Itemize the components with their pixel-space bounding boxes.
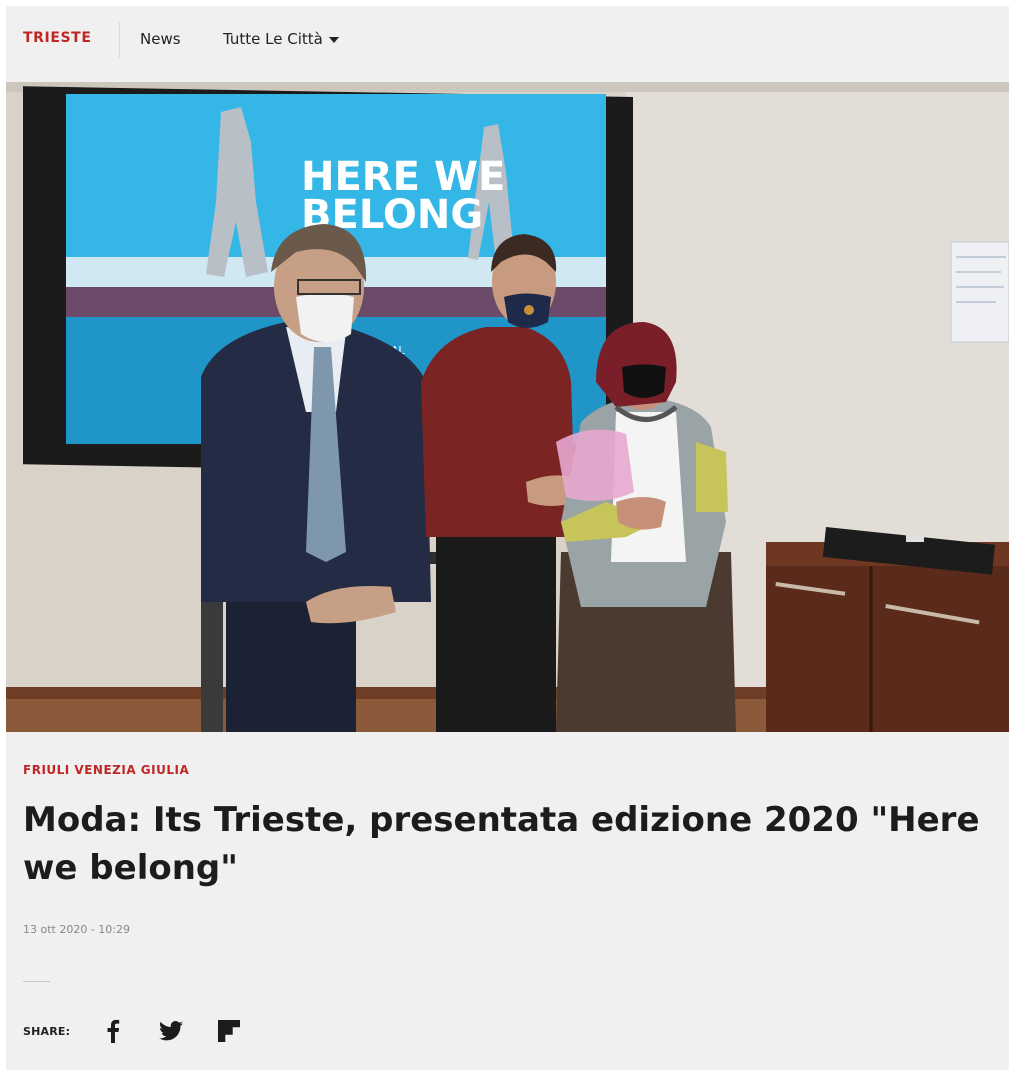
facebook-icon[interactable] bbox=[98, 1016, 128, 1046]
nav-city-link[interactable]: TRIESTE bbox=[23, 30, 92, 46]
flipboard-icon[interactable] bbox=[214, 1016, 244, 1046]
nav-all-cities-dropdown[interactable]: Tutte Le Città bbox=[223, 30, 339, 48]
hero-photo-illustration: HERE WE BELONG ONAL bbox=[6, 82, 1009, 732]
page: TRIESTE News Tutte Le Città HERE WE BELO… bbox=[6, 6, 1009, 1070]
article-hero-photo: HERE WE BELONG ONAL bbox=[6, 82, 1009, 732]
top-nav: TRIESTE News Tutte Le Città bbox=[6, 6, 1009, 82]
nav-divider bbox=[119, 22, 120, 58]
nav-all-cities-label: Tutte Le Città bbox=[223, 30, 323, 48]
article-category[interactable]: FRIULI VENEZIA GIULIA bbox=[23, 763, 189, 777]
nav-news-link[interactable]: News bbox=[140, 30, 181, 48]
twitter-icon[interactable] bbox=[156, 1016, 186, 1046]
caret-down-icon bbox=[328, 37, 339, 43]
share-bar: SHARE: bbox=[23, 1016, 272, 1046]
article-headline: Moda: Its Trieste, presentata edizione 2… bbox=[23, 800, 980, 888]
share-label: SHARE: bbox=[23, 1024, 71, 1038]
divider bbox=[23, 981, 50, 982]
article-date: 13 ott 2020 - 10:29 bbox=[23, 923, 131, 936]
